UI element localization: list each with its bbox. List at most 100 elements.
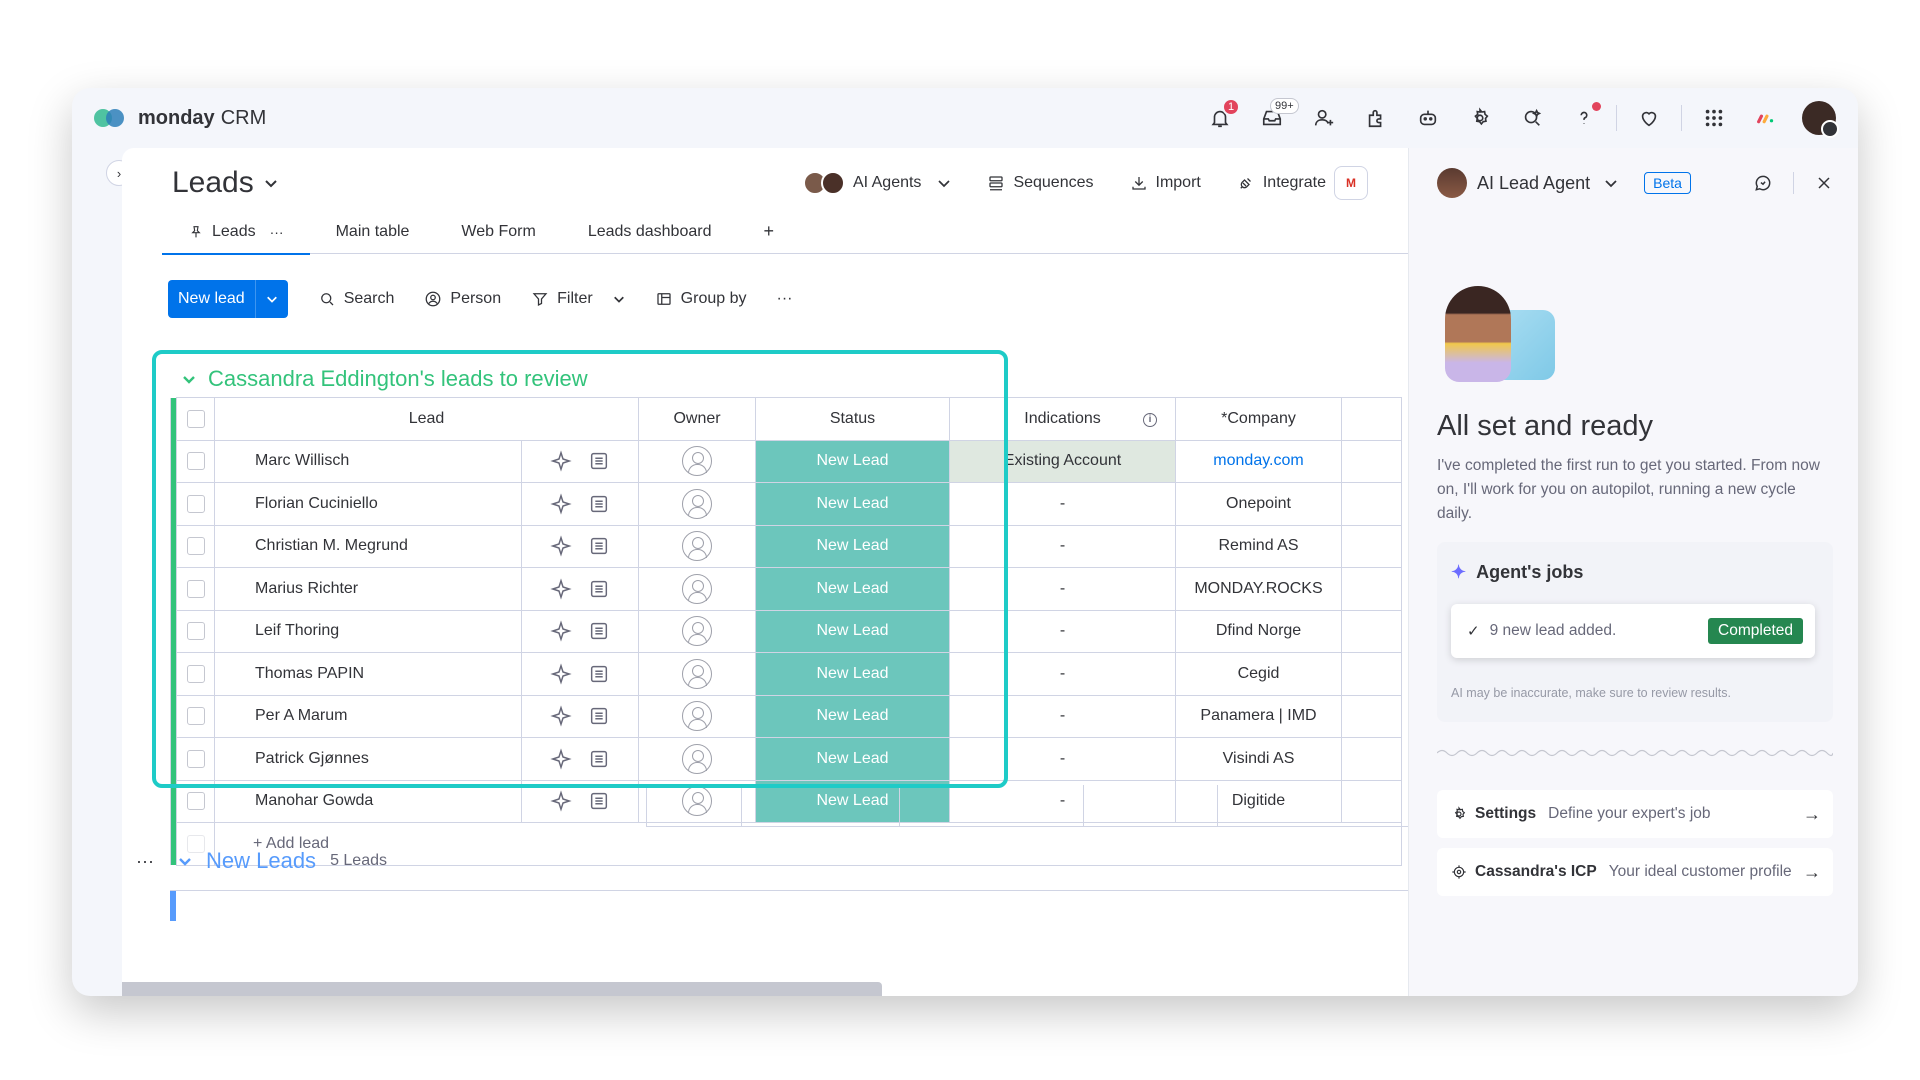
item-details-icon[interactable]: [588, 790, 610, 812]
item-details-icon[interactable]: [588, 705, 610, 727]
indications-cell[interactable]: -: [949, 652, 1176, 696]
lead-name-cell[interactable]: Leif Thoring: [214, 609, 522, 653]
status-cell[interactable]: New Lead: [755, 609, 950, 653]
row-checkbox[interactable]: [176, 652, 215, 696]
status-cell[interactable]: New Lead: [755, 524, 950, 568]
row-checkbox[interactable]: [176, 694, 215, 738]
ai-sparkle-icon[interactable]: [550, 578, 572, 600]
owner-cell[interactable]: [638, 609, 756, 653]
filter-button[interactable]: Filter: [531, 290, 625, 308]
indications-cell[interactable]: -: [949, 567, 1176, 611]
inbox-icon[interactable]: 99+: [1246, 98, 1299, 136]
column-header-owner[interactable]: Owner: [638, 397, 756, 441]
company-cell[interactable]: Remind AS: [1175, 524, 1342, 568]
item-details-icon[interactable]: [588, 450, 610, 472]
status-cell[interactable]: New Lead: [755, 482, 950, 526]
add-lead-input[interactable]: + Add lead: [214, 822, 1402, 866]
tab-options-icon[interactable]: ···: [270, 224, 284, 240]
tab-leads[interactable]: Leads ···: [162, 210, 310, 255]
owner-cell[interactable]: [638, 567, 756, 611]
apps-icon[interactable]: [1350, 100, 1402, 136]
close-icon[interactable]: [1814, 173, 1834, 193]
agent-name[interactable]: AI Lead Agent: [1477, 173, 1590, 194]
ai-sparkle-icon[interactable]: [550, 535, 572, 557]
row-checkbox[interactable]: [176, 567, 215, 611]
import-button[interactable]: Import: [1130, 174, 1201, 192]
column-header-company[interactable]: *Company: [1175, 397, 1342, 441]
new-lead-dropdown-chevron-icon[interactable]: [254, 280, 288, 318]
sequences-button[interactable]: Sequences: [987, 174, 1094, 192]
ai-sparkle-icon[interactable]: [550, 620, 572, 642]
chevron-down-icon[interactable]: [178, 854, 192, 868]
help-icon[interactable]: [1558, 100, 1610, 136]
ai-sparkle-icon[interactable]: [550, 705, 572, 727]
info-icon[interactable]: i: [1143, 413, 1157, 427]
company-cell[interactable]: monday.com: [1175, 439, 1342, 483]
group-title[interactable]: Cassandra Eddington's leads to review: [208, 366, 588, 392]
indications-cell[interactable]: -: [949, 694, 1176, 738]
item-details-icon[interactable]: [588, 535, 610, 557]
group-menu-icon[interactable]: ···: [136, 851, 154, 872]
row-checkbox[interactable]: [176, 482, 215, 526]
horizontal-scrollbar[interactable]: [122, 982, 882, 996]
indications-cell[interactable]: Existing Account: [949, 439, 1176, 483]
indications-cell[interactable]: -: [949, 737, 1176, 781]
owner-cell[interactable]: [638, 737, 756, 781]
row-checkbox[interactable]: [176, 439, 215, 483]
lead-name-cell[interactable]: Florian Cuciniello: [214, 482, 522, 526]
monday-apps-icon[interactable]: [1740, 100, 1792, 136]
icp-link[interactable]: Cassandra's ICP Your ideal customer prof…: [1437, 848, 1833, 896]
search-button[interactable]: Search: [318, 290, 394, 308]
chevron-down-icon[interactable]: [613, 293, 625, 305]
table-row[interactable]: Leif Thoring New Lead - Dfind Norge: [170, 609, 1402, 653]
tab-main-table[interactable]: Main table: [310, 210, 436, 254]
row-checkbox[interactable]: [176, 779, 215, 823]
status-cell[interactable]: New Lead: [755, 737, 950, 781]
table-row[interactable]: Per A Marum New Lead - Panamera | IMD: [170, 694, 1402, 738]
status-cell[interactable]: New Lead: [755, 694, 950, 738]
add-tab-button[interactable]: +: [737, 210, 800, 254]
tab-leads-dashboard[interactable]: Leads dashboard: [562, 210, 738, 254]
item-details-icon[interactable]: [588, 493, 610, 515]
bell-icon[interactable]: 1: [1194, 98, 1246, 136]
page-title[interactable]: Leads: [172, 166, 254, 200]
group-by-button[interactable]: Group by: [655, 290, 746, 308]
row-checkbox[interactable]: [176, 524, 215, 568]
job-item[interactable]: ✓ 9 new lead added. Completed: [1451, 604, 1815, 658]
group-title[interactable]: New Leads: [206, 848, 316, 874]
item-details-icon[interactable]: [588, 748, 610, 770]
settings-link[interactable]: Settings Define your expert's job →: [1437, 790, 1833, 838]
item-details-icon[interactable]: [588, 663, 610, 685]
owner-cell[interactable]: [638, 652, 756, 696]
status-cell[interactable]: New Lead: [755, 439, 950, 483]
company-cell[interactable]: Panamera | IMD: [1175, 694, 1342, 738]
company-cell[interactable]: Onepoint: [1175, 482, 1342, 526]
more-options-icon[interactable]: ···: [776, 290, 792, 308]
table-row[interactable]: Patrick Gjønnes New Lead - Visindi AS: [170, 737, 1402, 781]
ai-sparkle-icon[interactable]: [550, 450, 572, 472]
search-icon[interactable]: [1506, 100, 1558, 136]
lead-name-cell[interactable]: Per A Marum: [214, 694, 522, 738]
indications-cell[interactable]: -: [949, 482, 1176, 526]
column-header-lead[interactable]: Lead: [214, 397, 639, 441]
chat-icon[interactable]: [1753, 173, 1773, 193]
table-row[interactable]: Thomas PAPIN New Lead - Cegid: [170, 652, 1402, 696]
lead-name-cell[interactable]: Patrick Gjønnes: [214, 737, 522, 781]
table-row[interactable]: Marc Willisch New Lead Existing Account mon…: [170, 439, 1402, 483]
ai-sparkle-icon[interactable]: [550, 493, 572, 515]
lead-name-cell[interactable]: Marc Willisch: [214, 439, 522, 483]
company-cell[interactable]: Dfind Norge: [1175, 609, 1342, 653]
indications-cell[interactable]: -: [949, 609, 1176, 653]
lead-name-cell[interactable]: Thomas PAPIN: [214, 652, 522, 696]
integrate-button[interactable]: Integrate M: [1237, 166, 1368, 200]
group-header-new-leads[interactable]: ··· New Leads 5 Leads: [136, 848, 387, 874]
owner-cell[interactable]: [638, 694, 756, 738]
invite-icon[interactable]: [1298, 100, 1350, 136]
chevron-down-icon[interactable]: [182, 372, 196, 386]
avatar[interactable]: [1802, 101, 1839, 138]
group-header[interactable]: Cassandra Eddington's leads to review: [182, 366, 588, 392]
person-filter-button[interactable]: Person: [424, 290, 501, 308]
company-cell[interactable]: Visindi AS: [1175, 737, 1342, 781]
heart-icon[interactable]: [1623, 100, 1675, 136]
owner-cell[interactable]: [638, 482, 756, 526]
